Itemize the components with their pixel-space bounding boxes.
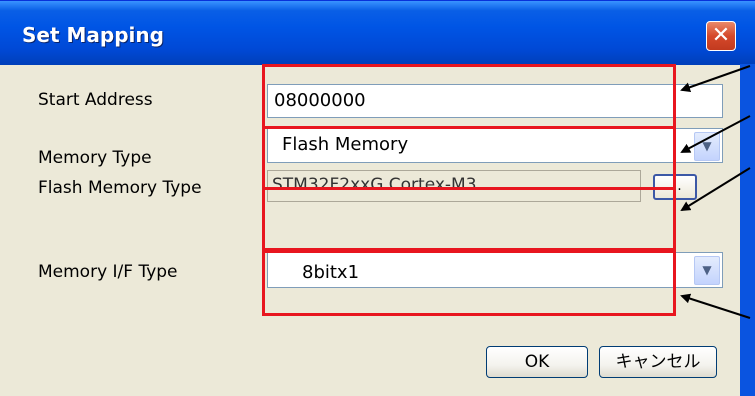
annotation-arrows bbox=[680, 65, 751, 319]
set-mapping-dialog: Set Mapping ✕ Start Address 08000000 Mem… bbox=[0, 0, 755, 396]
arrow-start-address bbox=[680, 65, 751, 93]
arrow-flash-memory-type bbox=[680, 167, 751, 212]
arrow-memory-if-type bbox=[680, 293, 751, 319]
arrow-memory-type bbox=[680, 115, 751, 153]
